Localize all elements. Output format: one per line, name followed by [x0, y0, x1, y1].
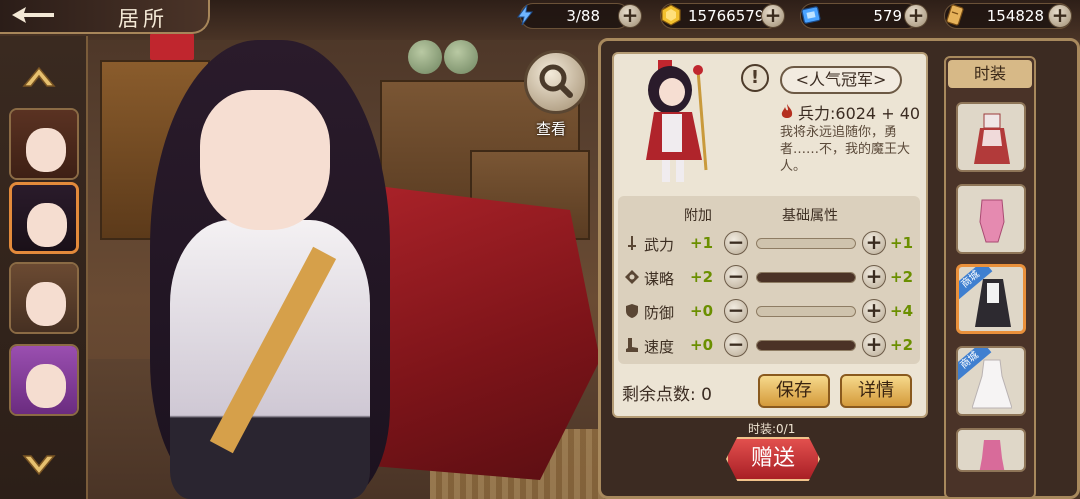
outfit-slot-red-dress[interactable]: [956, 102, 1026, 172]
white-gown-outfit-icon: [972, 359, 1012, 409]
red-dress-outfit-icon: [974, 113, 1010, 164]
stat-base: +1: [890, 234, 914, 252]
remaining-points-value: 0: [701, 385, 712, 405]
stat-row-strategy: 谋略 +2 − + +2: [618, 263, 920, 293]
title-bar: 居所: [0, 0, 210, 34]
add-gold-button[interactable]: +: [761, 4, 785, 28]
increase-defense-button[interactable]: +: [862, 299, 886, 323]
stat-name: 武力: [644, 236, 675, 254]
magnifier-icon: [539, 64, 573, 98]
add-token-button[interactable]: +: [1048, 4, 1072, 28]
stat-bonus: +0: [690, 336, 714, 354]
stat-base: +4: [890, 302, 914, 320]
stat-base: +2: [890, 336, 914, 354]
black-maid-outfit-icon: [975, 279, 1011, 327]
back-arrow-icon: [12, 7, 54, 23]
increase-force-button[interactable]: +: [862, 231, 886, 255]
outfit-slot-pink-swimsuit[interactable]: [956, 184, 1026, 254]
portrait-face: [26, 128, 66, 172]
outfit-slot-white-gown[interactable]: 商城: [956, 346, 1026, 416]
stat-base: +2: [890, 268, 914, 286]
stat-slider[interactable]: [756, 272, 856, 283]
heroine-portrait-4[interactable]: [9, 344, 79, 416]
decrease-strategy-button[interactable]: −: [724, 265, 748, 289]
add-gem-button[interactable]: +: [904, 4, 928, 28]
stat-bonus: +1: [690, 234, 714, 252]
portrait-face: [27, 203, 67, 247]
gold-coin-icon: [661, 4, 681, 26]
outfit-count: 时装:0/1: [748, 422, 796, 436]
lightning-icon: [517, 4, 534, 26]
character-art: [90, 30, 600, 499]
details-button[interactable]: 详情: [840, 374, 912, 408]
power-value: 兵力:6024 + 40: [798, 104, 921, 123]
stat-name: 防御: [644, 304, 675, 322]
character-face: [200, 90, 330, 230]
character-quote: 我将永远追随你，勇者……不，我的魔王大人。: [780, 125, 911, 174]
stat-slider[interactable]: [756, 238, 856, 249]
heroine-portrait-1[interactable]: [9, 108, 79, 180]
sword-icon: [628, 236, 636, 250]
outfit-slot-black-maid[interactable]: 商城: [956, 264, 1026, 334]
scroll-token-icon: [946, 4, 964, 26]
scroll-down-arrow-icon[interactable]: [20, 450, 58, 480]
stat-slider[interactable]: [756, 306, 856, 317]
view-button[interactable]: [524, 50, 588, 114]
stat-name: 谋略: [644, 270, 675, 288]
decrease-defense-button[interactable]: −: [724, 299, 748, 323]
page-title: 居所: [118, 7, 168, 31]
outfit-header: 时装: [948, 60, 1032, 88]
token-value: 154828: [986, 7, 1044, 25]
stat-fill: [757, 273, 855, 282]
gift-button[interactable]: 赠送: [726, 437, 820, 481]
stat-slider[interactable]: [756, 340, 856, 351]
character-title-badge: <人气冠军>: [780, 66, 902, 94]
portrait-face: [26, 364, 66, 408]
increase-speed-button[interactable]: +: [862, 333, 886, 357]
stat-name: 速度: [644, 338, 675, 356]
heroine-portrait-3[interactable]: [9, 262, 79, 334]
heroine-portrait-2-selected[interactable]: [9, 182, 79, 254]
increase-strategy-button[interactable]: +: [862, 265, 886, 289]
stat-row-defense: 防御 +0 − + +4: [618, 297, 920, 327]
stat-row-force: 武力 +1 − + +1: [618, 229, 920, 259]
gem-value: 579: [873, 7, 902, 25]
save-button[interactable]: 保存: [758, 374, 830, 408]
remaining-points-label: 剩余点数:: [622, 385, 696, 405]
pink-dress-outfit-icon: [979, 440, 1005, 470]
stat-row-speed: 速度 +0 − + +2: [618, 331, 920, 361]
heroine-list[interactable]: [0, 36, 88, 499]
stat-bonus: +2: [690, 268, 714, 286]
power-row: 兵力:6024 + 40: [780, 100, 920, 124]
gold-value: 15766579: [688, 7, 765, 25]
strategy-icon: [625, 270, 639, 284]
base-stats-header: 基础属性: [782, 208, 838, 224]
view-label: 查看: [536, 120, 567, 138]
portrait-face: [26, 282, 66, 326]
chibi-character-art: [646, 60, 708, 182]
boot-icon: [626, 338, 638, 352]
decrease-force-button[interactable]: −: [724, 231, 748, 255]
info-alert-icon[interactable]: !: [741, 64, 769, 92]
blue-gem-icon: [801, 6, 821, 24]
outfit-slot-pink-dress[interactable]: [956, 428, 1026, 472]
flame-icon: [781, 104, 793, 118]
scroll-up-arrow-icon[interactable]: [20, 62, 58, 92]
back-button[interactable]: [8, 4, 58, 26]
stat-bonus: +0: [690, 302, 714, 320]
shield-icon: [626, 304, 638, 318]
pink-swimsuit-outfit-icon: [979, 199, 1005, 243]
character-crown: [150, 30, 194, 60]
remaining-points: 剩余点数: 0: [622, 380, 712, 405]
bonus-header: 附加: [684, 208, 712, 224]
add-energy-button[interactable]: +: [618, 4, 642, 28]
decrease-speed-button[interactable]: −: [724, 333, 748, 357]
energy-value: 3/88: [566, 7, 600, 25]
stat-fill: [757, 341, 855, 350]
